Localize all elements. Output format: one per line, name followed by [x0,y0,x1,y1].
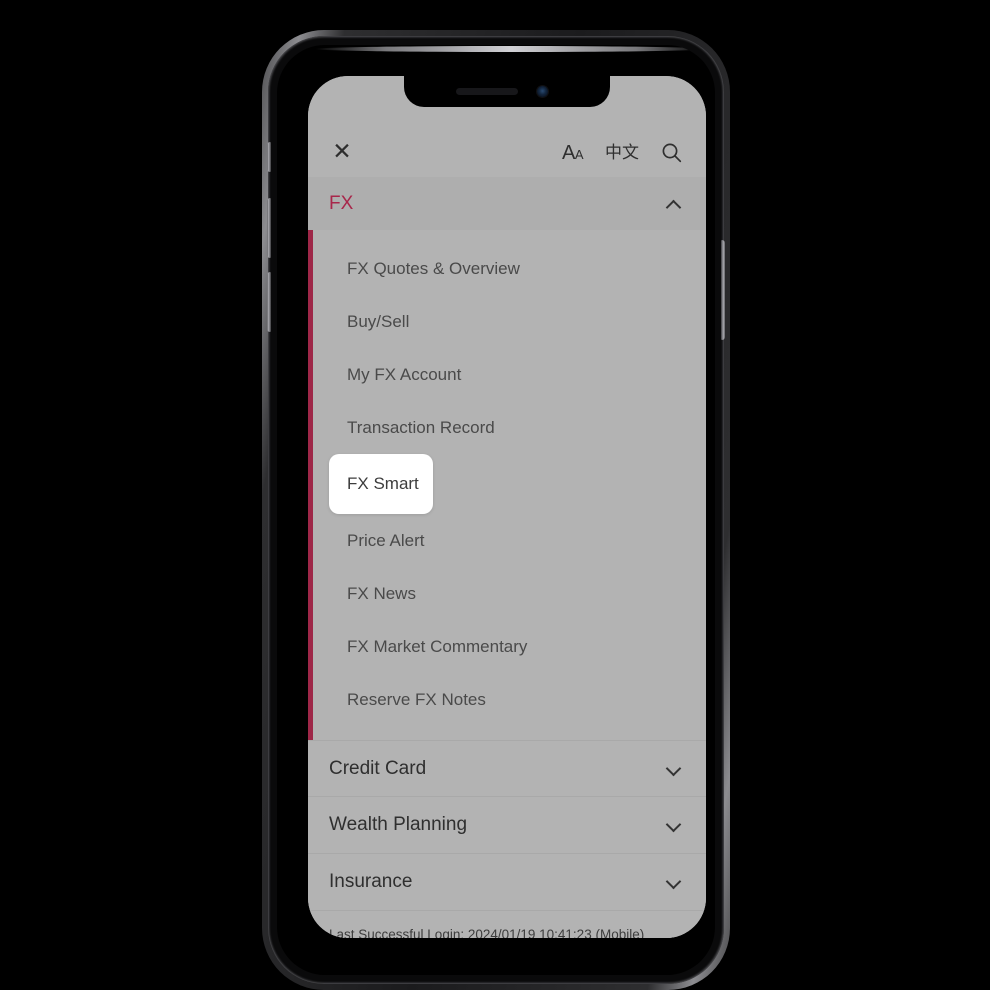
chevron-down-icon[interactable] [666,761,682,777]
volume-up-button[interactable] [267,198,271,258]
top-bar-actions: AA 中文 [562,142,682,163]
chevron-down-icon[interactable] [666,817,682,833]
menu-item-fx-market-commentary[interactable]: FX Market Commentary [308,620,706,673]
font-size-icon[interactable]: AA [561,141,584,164]
last-login-status: Last Successful Login: 2024/01/19 10:41:… [308,911,706,938]
font-size-large-glyph: A [561,141,575,164]
language-toggle-button[interactable]: 中文 [605,144,639,161]
volume-down-button[interactable] [267,272,271,332]
last-login-text: Last Successful Login: 2024/01/19 10:41:… [329,926,645,939]
section-submenu-fx: FX Quotes & Overview Buy/Sell My FX Acco… [308,230,706,740]
menu-item-my-fx-account[interactable]: My FX Account [308,348,706,401]
power-button[interactable] [721,240,725,340]
frame-highlight [315,46,707,52]
phone-device: ✕ AA 中文 FX FX Quotes & Overview Buy/Sell… [262,30,730,990]
section-title: Insurance [329,871,413,892]
section-title: FX [329,192,354,214]
menu-item-fx-smart[interactable]: FX Smart [329,454,433,514]
menu-item-label: Transaction Record [347,417,495,437]
menu-item-label: Price Alert [347,530,425,550]
menu-item-label: FX Quotes & Overview [347,258,520,278]
menu-item-fx-quotes-overview[interactable]: FX Quotes & Overview [308,242,706,295]
collapsed-sections: Credit Card Wealth Planning Insurance [308,740,706,911]
chevron-down-icon[interactable] [666,874,682,890]
menu-item-label: FX Smart [347,474,419,493]
menu-item-fx-news[interactable]: FX News [308,567,706,620]
phone-bezel: ✕ AA 中文 FX FX Quotes & Overview Buy/Sell… [277,45,715,975]
menu-item-label: Buy/Sell [347,311,410,331]
menu-item-label: FX News [347,583,416,603]
section-title: Credit Card [329,757,427,779]
section-header-credit-card[interactable]: Credit Card [308,740,706,797]
font-size-small-glyph: A [574,146,584,162]
section-header-insurance[interactable]: Insurance [308,854,706,911]
menu-item-buy-sell[interactable]: Buy/Sell [308,295,706,348]
menu-item-label: Reserve FX Notes [347,689,486,709]
menu-item-label: My FX Account [347,364,462,384]
search-icon[interactable] [661,142,682,163]
speaker-grille-icon [456,88,518,95]
mute-switch-button[interactable] [267,142,271,172]
phone-inner-frame: ✕ AA 中文 FX FX Quotes & Overview Buy/Sell… [267,36,725,984]
section-title: Wealth Planning [329,814,468,835]
menu-item-transaction-record[interactable]: Transaction Record [308,401,706,454]
phone-screen: ✕ AA 中文 FX FX Quotes & Overview Buy/Sell… [308,76,706,938]
section-header-fx[interactable]: FX [308,177,706,230]
mobile-banking-menu: ✕ AA 中文 FX FX Quotes & Overview Buy/Sell… [308,76,706,938]
menu-item-price-alert[interactable]: Price Alert [308,514,706,567]
phone-notch [404,76,610,107]
chevron-up-icon[interactable] [666,196,682,212]
section-accent-bar [308,230,313,740]
menu-item-label: FX Market Commentary [347,636,528,656]
close-icon[interactable]: ✕ [329,140,355,163]
section-header-wealth-planning[interactable]: Wealth Planning [308,797,706,854]
menu-item-reserve-fx-notes[interactable]: Reserve FX Notes [308,673,706,726]
front-camera-icon [537,86,548,97]
